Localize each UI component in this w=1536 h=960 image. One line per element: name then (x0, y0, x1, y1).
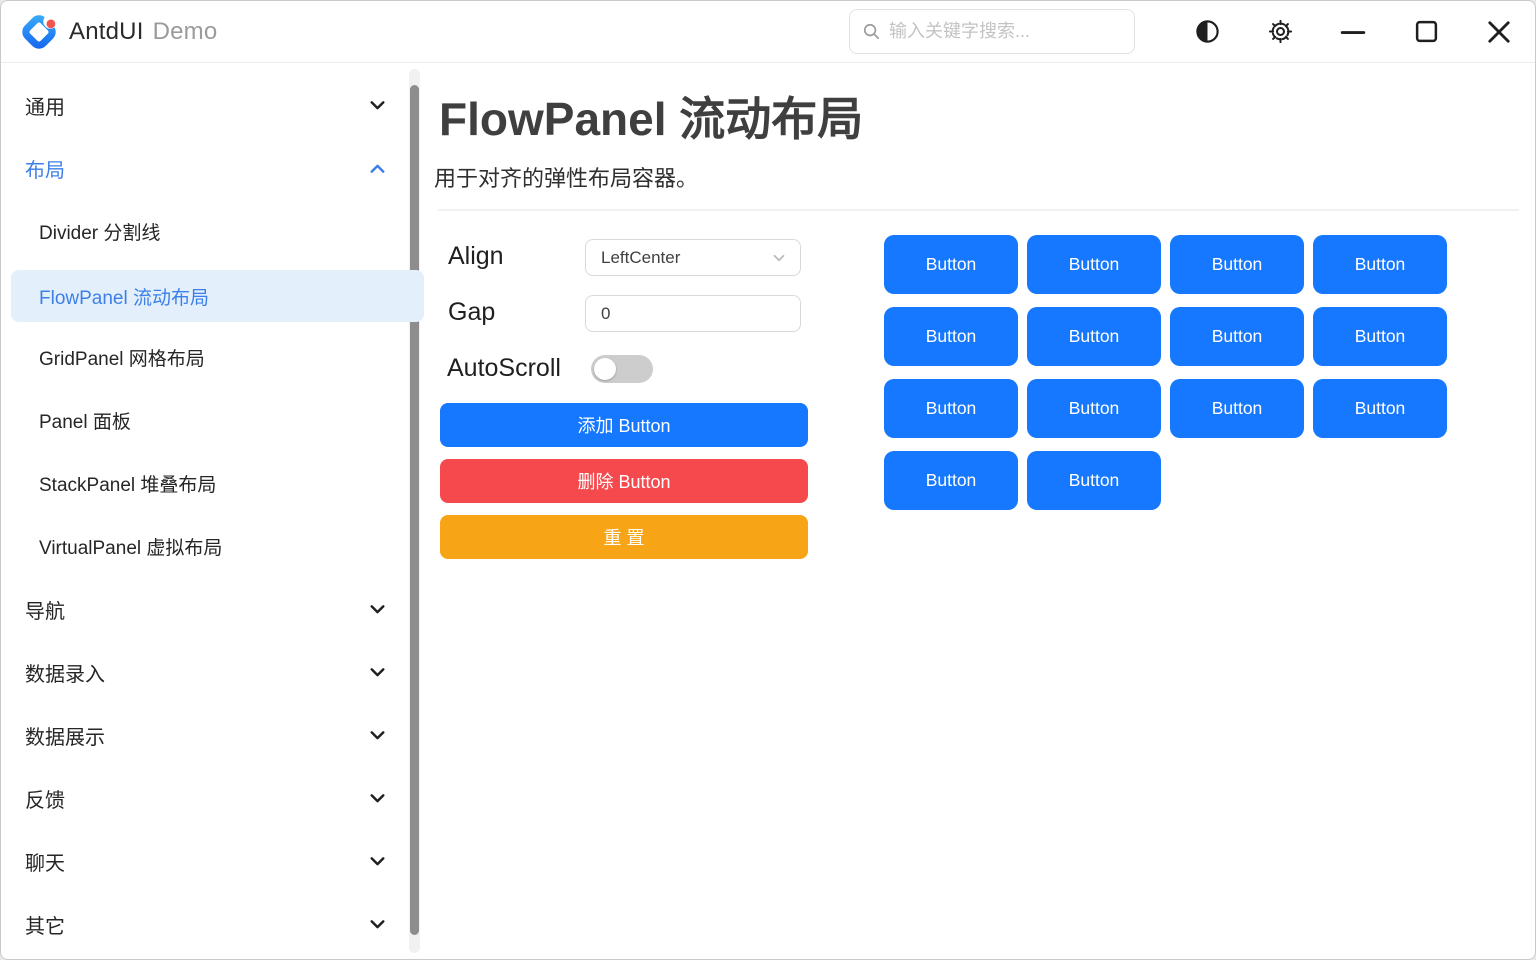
autoscroll-toggle[interactable] (591, 355, 653, 383)
settings-button[interactable] (1257, 9, 1303, 55)
chevron-down-icon (367, 95, 388, 116)
page-title: FlowPanel 流动布局 (439, 83, 863, 149)
flow-button[interactable]: Button (1170, 235, 1304, 294)
autoscroll-label: AutoScroll (447, 354, 561, 383)
sidebar-subitem[interactable]: VirtualPanel 虚拟布局 (1, 524, 424, 568)
flow-button[interactable]: Button (1313, 307, 1447, 366)
chevron-down-icon (770, 249, 788, 267)
maximize-button[interactable] (1403, 9, 1449, 55)
sidebar-group[interactable]: 数据展示 (1, 713, 424, 757)
maximize-icon (1414, 19, 1439, 44)
gear-icon (1267, 18, 1294, 45)
chevron-down-icon (367, 914, 388, 935)
chevron-up-icon (367, 158, 388, 179)
gap-label: Gap (448, 298, 495, 327)
sidebar-subitem[interactable]: StackPanel 堆叠布局 (1, 461, 424, 505)
flow-button[interactable]: Button (1027, 379, 1161, 438)
flow-panel: ButtonButtonButtonButtonButtonButtonButt… (884, 235, 1447, 510)
search-icon (862, 22, 881, 41)
section-divider (438, 209, 1519, 211)
sidebar-subitem[interactable]: GridPanel 网格布局 (1, 335, 424, 379)
sidebar-item-label: 通用 (25, 91, 65, 120)
sidebar-item-label: StackPanel 堆叠布局 (39, 470, 216, 497)
theme-toggle-button[interactable] (1184, 9, 1230, 55)
align-select[interactable]: LeftCenter (585, 239, 801, 276)
sidebar-group[interactable]: 其它 (1, 902, 424, 946)
sidebar-item-label: 布局 (25, 154, 65, 183)
sidebar-item-selected[interactable]: FlowPanel 流动布局 (11, 270, 424, 322)
sidebar-subitem[interactable]: Panel 面板 (1, 398, 424, 442)
flow-button[interactable]: Button (1027, 235, 1161, 294)
sidebar-subitem[interactable]: Divider 分割线 (1, 209, 424, 253)
align-label: Align (448, 242, 504, 271)
sidebar-group[interactable]: 布局 (1, 146, 424, 190)
close-button[interactable] (1476, 9, 1522, 55)
sidebar-group[interactable]: 通用 (1, 83, 424, 127)
flow-button[interactable]: Button (884, 235, 1018, 294)
chevron-down-icon (367, 725, 388, 746)
sidebar-menu: 通用布局 Divider 分割线 FlowPanel 流动布局 GridPanel 网… (1, 63, 424, 959)
sidebar-group[interactable]: 反馈 (1, 776, 424, 820)
title-bar: AntdUI Demo (1, 1, 1535, 63)
flow-button[interactable]: Button (884, 379, 1018, 438)
chevron-down-icon (367, 599, 388, 620)
sidebar-item-label: 反馈 (25, 784, 65, 813)
flow-button[interactable]: Button (1313, 379, 1447, 438)
toggle-knob (594, 358, 616, 380)
gap-input[interactable] (585, 295, 801, 332)
sidebar-item-label: FlowPanel 流动布局 (39, 283, 209, 310)
sidebar-item-label: VirtualPanel 虚拟布局 (39, 533, 222, 560)
chevron-down-icon (367, 788, 388, 809)
chevron-down-icon (367, 851, 388, 872)
flow-button[interactable]: Button (1170, 307, 1304, 366)
reset-button[interactable]: 重 置 (440, 515, 808, 559)
flow-button[interactable]: Button (1313, 235, 1447, 294)
main-content: FlowPanel 流动布局 用于对齐的弹性布局容器。 Align LeftCe… (425, 63, 1535, 959)
sidebar-item-label: Divider 分割线 (39, 218, 160, 245)
sidebar-item-label: 其它 (25, 910, 65, 939)
app-title-secondary: Demo (153, 18, 218, 45)
delete-button[interactable]: 删除 Button (440, 459, 808, 503)
sidebar-item-label: Panel 面板 (39, 407, 131, 434)
page-subtitle: 用于对齐的弹性布局容器。 (434, 161, 698, 193)
app-title-primary: AntdUI (69, 18, 144, 45)
sidebar-group[interactable]: 导航 (1, 587, 424, 631)
search-box[interactable] (849, 9, 1135, 54)
add-button[interactable]: 添加 Button (440, 403, 808, 447)
flow-button[interactable]: Button (1027, 451, 1161, 510)
sidebar-item-label: 数据展示 (25, 721, 105, 750)
sidebar-item-label: GridPanel 网格布局 (39, 344, 205, 371)
search-input[interactable] (889, 21, 1122, 42)
flow-button[interactable]: Button (884, 307, 1018, 366)
minimize-icon (1340, 19, 1366, 45)
sidebar-group[interactable]: 聊天 (1, 839, 424, 883)
app-window: AntdUI Demo (0, 0, 1536, 960)
app-title: AntdUI Demo (69, 18, 217, 46)
flow-button[interactable]: Button (884, 451, 1018, 510)
chevron-down-icon (367, 662, 388, 683)
sidebar-group[interactable]: 数据录入 (1, 650, 424, 694)
theme-toggle-icon (1194, 18, 1221, 45)
minimize-button[interactable] (1330, 9, 1376, 55)
antdui-logo-icon (19, 12, 59, 52)
align-select-value: LeftCenter (601, 248, 680, 268)
sidebar-item-label: 数据录入 (25, 658, 105, 687)
flow-button[interactable]: Button (1170, 379, 1304, 438)
close-icon (1486, 19, 1512, 45)
titlebar-actions (849, 9, 1522, 55)
sidebar-item-label: 导航 (25, 595, 65, 624)
flow-button[interactable]: Button (1027, 307, 1161, 366)
sidebar-item-label: 聊天 (25, 847, 65, 876)
